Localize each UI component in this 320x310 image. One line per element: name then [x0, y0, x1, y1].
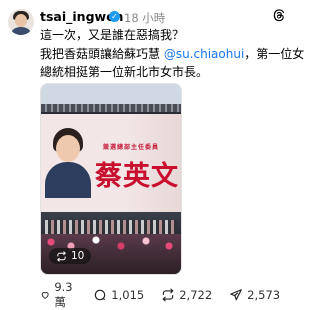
repost-badge[interactable]: 10	[49, 248, 92, 264]
stage-screen: 競選總部主任委員 蔡英文	[41, 114, 181, 212]
post-text-line2: 我把香菇頭讓給蘇巧慧 @su.chiaohui，第一位女	[40, 45, 304, 62]
avatar[interactable]	[8, 9, 34, 35]
repost-icon	[57, 250, 66, 262]
post-text-line1: 這一次，又是誰在惡搞我？	[40, 28, 185, 42]
repost-badge-count: 10	[71, 250, 85, 262]
like-button[interactable]: 9.3萬	[40, 280, 76, 310]
post-time: 18 小時	[124, 11, 166, 25]
post-image[interactable]: 競選總部主任委員 蔡英文 10	[40, 83, 182, 275]
stage-truss	[41, 104, 181, 112]
avatar-face	[15, 14, 27, 27]
like-count: 9.3萬	[54, 280, 73, 309]
mention-link[interactable]: @su.chiaohui	[164, 47, 244, 61]
avatar-body	[11, 27, 31, 35]
action-bar: 9.3萬 1,015 2,722 2,573	[40, 280, 297, 310]
banner-subtitle: 競選總部主任委員	[103, 144, 160, 151]
post-text-segment: 我把香菇頭讓給蘇巧慧	[40, 47, 164, 61]
portrait	[45, 128, 91, 198]
verified-icon: ✓	[109, 11, 120, 22]
stage-performers	[45, 220, 177, 234]
threads-logo-icon[interactable]	[272, 8, 286, 22]
portrait-body	[45, 162, 91, 198]
post-text-segment: ，第一位女	[244, 47, 305, 61]
post-text-line3: 總統相挺第一位新北市女市長。	[40, 65, 209, 79]
portrait-face	[56, 135, 80, 162]
banner-name: 蔡英文	[95, 161, 179, 192]
